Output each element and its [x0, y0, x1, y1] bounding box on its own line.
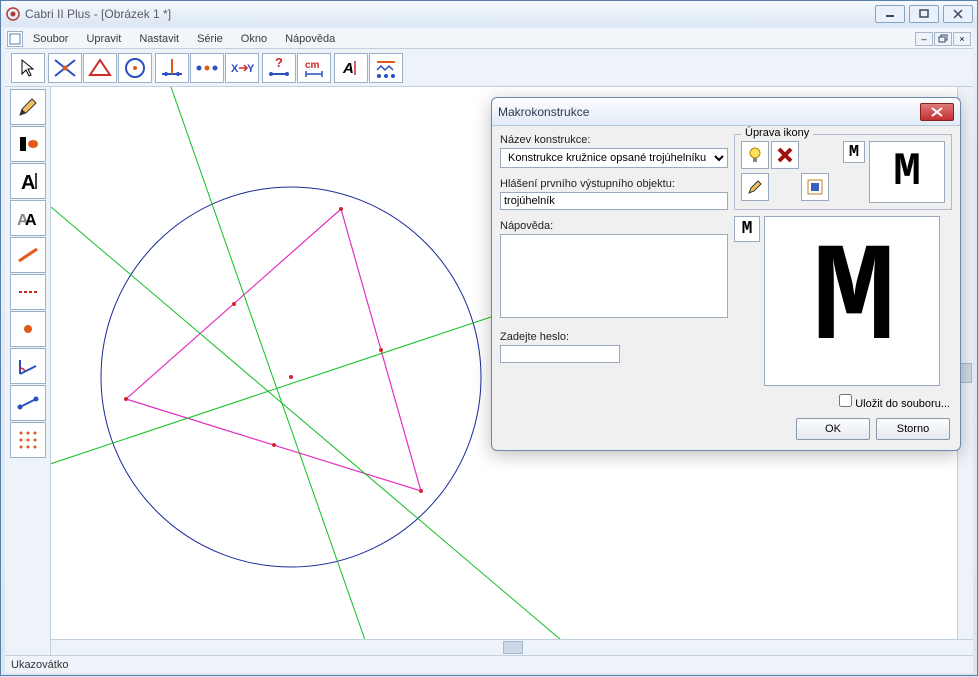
tool-measure[interactable]: cm: [297, 53, 331, 83]
icon-tool-delete[interactable]: [771, 141, 799, 169]
mdi-minimize-button[interactable]: –: [915, 32, 933, 46]
tool-label[interactable]: A: [334, 53, 368, 83]
macro-dialog: Makrokonstrukce Název konstrukce: Konstr…: [491, 97, 961, 451]
side-fill[interactable]: [10, 126, 46, 162]
icon-m-medium[interactable]: M: [734, 216, 760, 242]
tool-line[interactable]: [48, 53, 82, 83]
side-text-a[interactable]: A: [10, 163, 46, 199]
scrollbar-horizontal[interactable]: [51, 639, 973, 655]
password-input[interactable]: [500, 345, 620, 363]
app-icon: [5, 6, 21, 22]
output-label: Hlášení prvního výstupního objektu:: [500, 178, 728, 190]
icon-m-tiny[interactable]: M: [843, 141, 865, 163]
statusbar: Ukazovátko: [5, 655, 973, 673]
tool-appearance[interactable]: [369, 53, 403, 83]
tool-transform[interactable]: XY: [225, 53, 259, 83]
mdi-close-button[interactable]: ×: [953, 32, 971, 46]
name-label: Název konstrukce:: [500, 134, 728, 146]
svg-text:A: A: [25, 212, 37, 229]
svg-text:X: X: [231, 63, 239, 75]
side-line-style[interactable]: [10, 237, 46, 273]
save-checkbox-label: Uložit do souboru...: [855, 398, 950, 410]
tool-triangle[interactable]: [83, 53, 117, 83]
menu-series[interactable]: Série: [189, 31, 231, 47]
icon-legend: Úprava ikony: [741, 127, 813, 139]
name-select[interactable]: Konstrukce kružnice opsané trojúhelníku: [500, 148, 728, 168]
ok-button[interactable]: OK: [796, 418, 870, 440]
icon-tool-grid[interactable]: [801, 173, 829, 201]
tool-macro[interactable]: ?: [262, 53, 296, 83]
titlebar[interactable]: Cabri II Plus - [Obrázek 1 *]: [1, 1, 977, 27]
save-checkbox[interactable]: [839, 394, 852, 407]
svg-text:A: A: [342, 60, 354, 77]
icon-edit-group: Úprava ikony: [734, 134, 952, 210]
save-checkbox-row[interactable]: Uložit do souboru...: [839, 394, 950, 410]
status-text: Ukazovátko: [11, 659, 68, 671]
dialog-titlebar[interactable]: Makrokonstrukce: [492, 98, 960, 126]
svg-text:Y: Y: [247, 63, 255, 75]
side-pencil[interactable]: [10, 89, 46, 125]
mdi-system-icon[interactable]: [7, 31, 23, 47]
icon-preview-large: M: [764, 216, 940, 386]
cancel-button[interactable]: Storno: [876, 418, 950, 440]
tool-perpendicular[interactable]: [155, 53, 189, 83]
close-button[interactable]: [943, 5, 973, 23]
dialog-title: Makrokonstrukce: [498, 105, 920, 119]
svg-text:cm: cm: [305, 60, 320, 71]
password-label: Zadejte heslo:: [500, 331, 728, 343]
side-segment[interactable]: [10, 385, 46, 421]
help-textarea[interactable]: [500, 234, 728, 318]
icon-tool-pencil[interactable]: [741, 173, 769, 201]
dialog-close-button[interactable]: [920, 103, 954, 121]
mdi-restore-button[interactable]: [934, 32, 952, 46]
top-toolbar: XY ? cm A: [5, 49, 973, 87]
help-label: Nápověda:: [500, 220, 728, 232]
menu-settings[interactable]: Nastavit: [131, 31, 187, 47]
icon-tool-lightbulb[interactable]: [741, 141, 769, 169]
menubar: Soubor Upravit Nastavit Série Okno Nápov…: [5, 29, 973, 49]
tool-midpoint[interactable]: [190, 53, 224, 83]
menu-edit[interactable]: Upravit: [78, 31, 129, 47]
side-dashed[interactable]: [10, 274, 46, 310]
app-window: Cabri II Plus - [Obrázek 1 *] Soubor Upr…: [0, 0, 978, 676]
tool-circle[interactable]: [118, 53, 152, 83]
minimize-button[interactable]: [875, 5, 905, 23]
left-toolbar: A AA: [5, 87, 51, 655]
window-title: Cabri II Plus - [Obrázek 1 *]: [21, 7, 875, 21]
menu-window[interactable]: Okno: [233, 31, 275, 47]
output-input[interactable]: [500, 192, 728, 210]
side-angle[interactable]: [10, 348, 46, 384]
side-text-aa[interactable]: AA: [10, 200, 46, 236]
side-grid[interactable]: [10, 422, 46, 458]
maximize-button[interactable]: [909, 5, 939, 23]
svg-text:A: A: [21, 172, 35, 194]
icon-preview-small: M: [869, 141, 945, 203]
menu-file[interactable]: Soubor: [25, 31, 76, 47]
menu-help[interactable]: Nápověda: [277, 31, 343, 47]
svg-text:?: ?: [275, 55, 283, 70]
side-point-style[interactable]: [10, 311, 46, 347]
tool-pointer[interactable]: [11, 53, 45, 83]
